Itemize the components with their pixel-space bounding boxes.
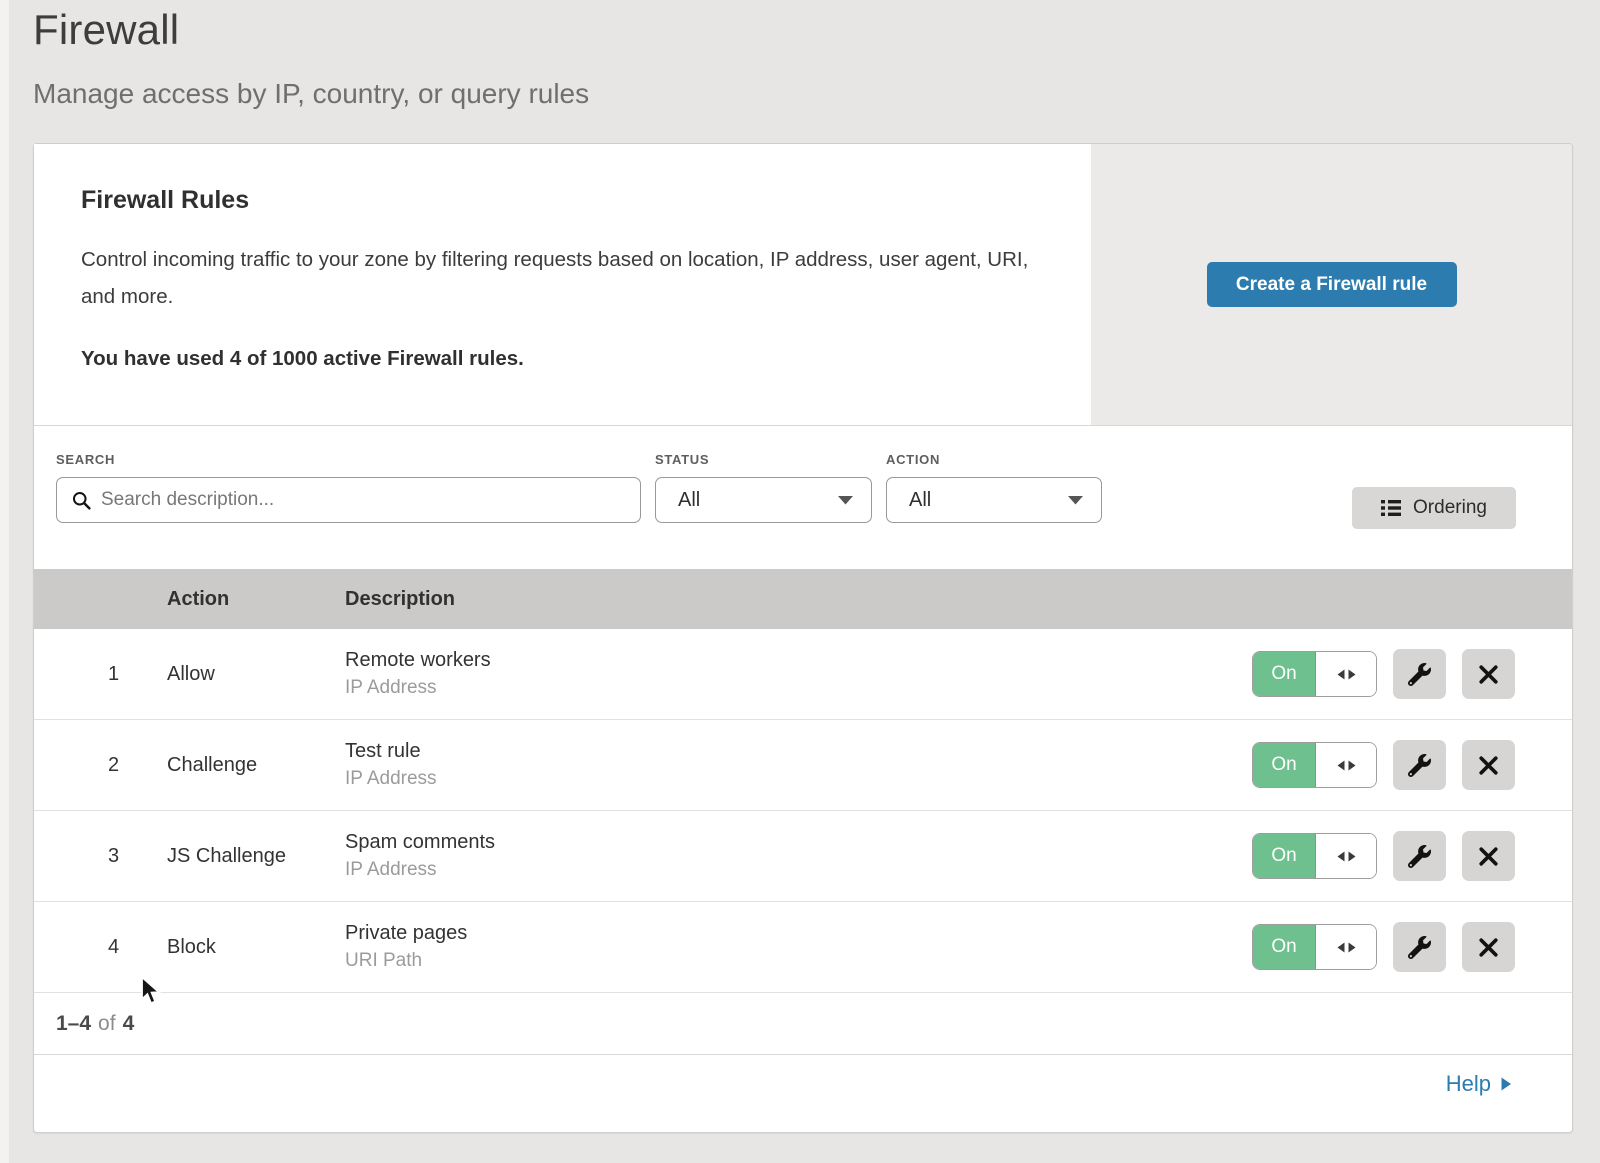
edit-rule-button[interactable] — [1393, 740, 1446, 790]
rule-priority: 2 — [34, 754, 167, 777]
rule-description: Remote workers — [345, 649, 1252, 672]
create-rule-panel: Create a Firewall rule — [1091, 144, 1572, 425]
table-row: 3 JS Challenge Spam comments IP Address … — [34, 811, 1572, 902]
ordering-button-label: Ordering — [1413, 497, 1487, 519]
pagination: 1–4 of 4 — [34, 993, 1572, 1055]
rule-match-type: URI Path — [345, 950, 1252, 972]
pagination-range: 1–4 — [56, 1012, 91, 1036]
list-ordering-icon — [1381, 499, 1402, 517]
search-label: SEARCH — [56, 452, 641, 467]
help-link[interactable]: Help — [1446, 1071, 1512, 1097]
column-header-description: Description — [345, 588, 1572, 611]
status-select[interactable]: All — [655, 477, 872, 523]
toggle-handle-icon[interactable] — [1316, 925, 1376, 969]
close-icon — [1478, 937, 1499, 958]
column-header-action: Action — [167, 588, 345, 611]
wrench-icon — [1408, 663, 1431, 686]
delete-rule-button[interactable] — [1462, 649, 1515, 699]
action-label: ACTION — [886, 452, 1102, 467]
rule-action: Allow — [167, 663, 345, 686]
filter-bar: SEARCH STATUS All ACTION All — [34, 426, 1572, 569]
table-header: Action Description — [34, 569, 1572, 629]
rule-description: Test rule — [345, 740, 1252, 763]
usage-summary: You have used 4 of 1000 active Firewall … — [81, 347, 1041, 371]
action-selected-value: All — [909, 489, 1067, 512]
edit-rule-button[interactable] — [1393, 831, 1446, 881]
rule-action: Challenge — [167, 754, 345, 777]
edit-rule-button[interactable] — [1393, 649, 1446, 699]
pagination-of: of — [98, 1012, 116, 1036]
create-firewall-rule-button[interactable]: Create a Firewall rule — [1207, 262, 1457, 307]
window-edge — [0, 0, 9, 1163]
rule-action: Block — [167, 936, 345, 959]
table-row: 1 Allow Remote workers IP Address On — [34, 629, 1572, 720]
pagination-total: 4 — [123, 1012, 135, 1036]
rule-enabled-toggle[interactable]: On — [1252, 742, 1377, 788]
toggle-on-label: On — [1253, 925, 1316, 969]
arrow-right-icon — [1500, 1076, 1512, 1092]
toggle-on-label: On — [1253, 834, 1316, 878]
rule-enabled-toggle[interactable]: On — [1252, 651, 1377, 697]
rule-priority: 1 — [34, 663, 167, 686]
ordering-button[interactable]: Ordering — [1352, 487, 1516, 529]
page-title: Firewall — [33, 6, 1600, 54]
toggle-handle-icon[interactable] — [1316, 834, 1376, 878]
search-input[interactable] — [101, 489, 626, 511]
rule-description: Spam comments — [345, 831, 1252, 854]
search-filter-group: SEARCH — [56, 452, 641, 569]
toggle-on-label: On — [1253, 652, 1316, 696]
status-filter-group: STATUS All — [655, 452, 872, 569]
section-description: Control incoming traffic to your zone by… — [81, 241, 1031, 315]
page-header: Firewall Manage access by IP, country, o… — [0, 0, 1600, 110]
section-heading: Firewall Rules — [81, 186, 1041, 215]
toggle-handle-icon[interactable] — [1316, 743, 1376, 787]
chevron-down-icon — [837, 494, 854, 506]
close-icon — [1478, 664, 1499, 685]
search-box[interactable] — [56, 477, 641, 523]
wrench-icon — [1408, 845, 1431, 868]
help-row: Help — [34, 1055, 1572, 1112]
delete-rule-button[interactable] — [1462, 740, 1515, 790]
page-subtitle: Manage access by IP, country, or query r… — [33, 78, 1600, 110]
action-select[interactable]: All — [886, 477, 1102, 523]
rule-enabled-toggle[interactable]: On — [1252, 924, 1377, 970]
rule-action: JS Challenge — [167, 845, 345, 868]
delete-rule-button[interactable] — [1462, 831, 1515, 881]
wrench-icon — [1408, 936, 1431, 959]
toggle-on-label: On — [1253, 743, 1316, 787]
rule-match-type: IP Address — [345, 768, 1252, 790]
table-row: 4 Block Private pages URI Path On — [34, 902, 1572, 993]
rule-enabled-toggle[interactable]: On — [1252, 833, 1377, 879]
close-icon — [1478, 755, 1499, 776]
status-selected-value: All — [678, 489, 837, 512]
rule-match-type: IP Address — [345, 859, 1252, 881]
rule-priority: 4 — [34, 936, 167, 959]
help-link-label: Help — [1446, 1071, 1491, 1097]
rule-priority: 3 — [34, 845, 167, 868]
wrench-icon — [1408, 754, 1431, 777]
rule-description: Private pages — [345, 922, 1252, 945]
firewall-rules-card: Firewall Rules Control incoming traffic … — [33, 143, 1573, 1133]
close-icon — [1478, 846, 1499, 867]
rule-match-type: IP Address — [345, 677, 1252, 699]
toggle-handle-icon[interactable] — [1316, 652, 1376, 696]
chevron-down-icon — [1067, 494, 1084, 506]
status-label: STATUS — [655, 452, 872, 467]
table-row: 2 Challenge Test rule IP Address On — [34, 720, 1572, 811]
intro-text-panel: Firewall Rules Control incoming traffic … — [34, 144, 1091, 425]
action-filter-group: ACTION All — [886, 452, 1102, 569]
delete-rule-button[interactable] — [1462, 922, 1515, 972]
edit-rule-button[interactable] — [1393, 922, 1446, 972]
intro-section: Firewall Rules Control incoming traffic … — [34, 144, 1572, 426]
search-icon — [71, 490, 92, 511]
